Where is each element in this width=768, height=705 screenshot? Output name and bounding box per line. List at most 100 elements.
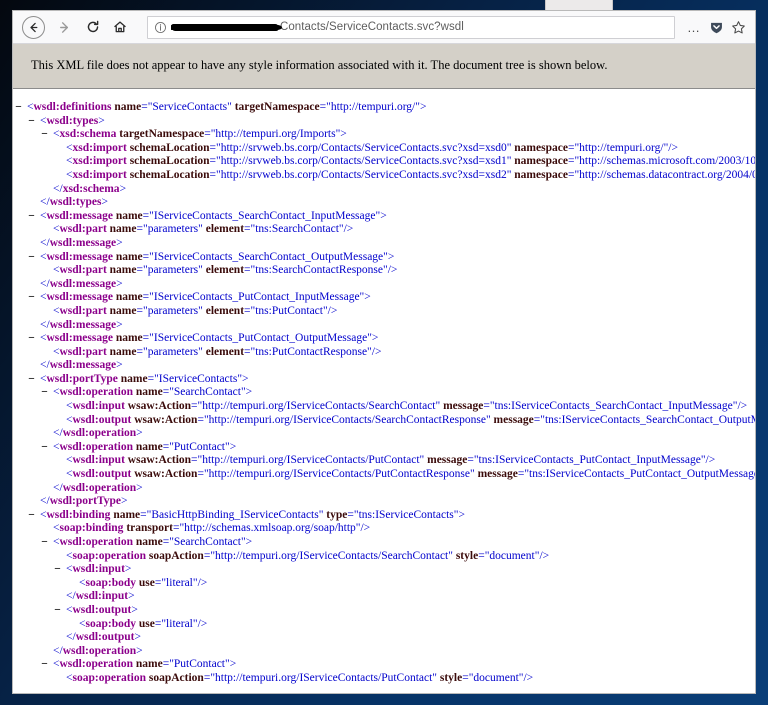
xml-line-content: <soap:operation soapAction="http://tempu… <box>66 549 550 562</box>
xml-line-content: <wsdl:binding name="BasicHttpBinding_ISe… <box>40 508 465 521</box>
xml-tree-line: <wsdl:input wsaw:Action="http://tempuri.… <box>52 454 755 468</box>
reload-icon[interactable] <box>80 14 106 40</box>
collapse-toggle-icon[interactable]: − <box>39 536 50 550</box>
collapse-toggle-icon[interactable]: − <box>26 373 37 387</box>
xml-tree-line: <wsdl:part name="parameters" element="tn… <box>39 264 755 278</box>
xml-tree-line: </wsdl:operation> <box>39 645 755 659</box>
xml-line-content: <wsdl:message name="IServiceContacts_Sea… <box>40 250 395 263</box>
xml-tree-line: <wsdl:part name="parameters" element="tn… <box>39 305 755 319</box>
xml-tree-line: − <wsdl:operation name="PutContact"> <box>39 441 755 455</box>
xml-line-content: </wsdl:output> <box>66 631 141 644</box>
collapse-toggle-icon[interactable]: − <box>26 115 37 129</box>
xml-tree-line: <soap:operation soapAction="http://tempu… <box>52 550 755 564</box>
xml-tree-line: </wsdl:message> <box>26 278 755 292</box>
xml-line-content: <wsdl:input> <box>66 563 132 576</box>
xml-tree-line: </wsdl:types> <box>26 196 755 210</box>
xml-line-content: <wsdl:input wsaw:Action="http://tempuri.… <box>66 400 748 413</box>
xml-line-content: <wsdl:operation name="PutContact"> <box>53 658 237 671</box>
xml-line-content: <soap:body use="literal"/> <box>79 576 208 589</box>
url-visible-path: Contacts/ServiceContacts.svc?wsdl <box>280 21 464 33</box>
xml-line-content: </wsdl:types> <box>40 196 108 209</box>
browser-navigation-toolbar: Contacts/ServiceContacts.svc?wsdl … <box>13 11 755 44</box>
xml-tree-line: − <wsdl:message name="IServiceContacts_Se… <box>26 251 755 265</box>
browser-window: Contacts/ServiceContacts.svc?wsdl … This… <box>13 11 755 693</box>
url-text[interactable]: Contacts/ServiceContacts.svc?wsdl <box>171 21 464 33</box>
xml-line-content: </wsdl:message> <box>40 277 123 290</box>
url-bar[interactable]: Contacts/ServiceContacts.svc?wsdl <box>147 15 675 39</box>
xml-tree-line: <soap:body use="literal"/> <box>65 618 755 632</box>
xml-line-content: </wsdl:message> <box>40 318 123 331</box>
pocket-shield-icon[interactable] <box>705 16 727 38</box>
xml-tree-line: <soap:operation soapAction="http://tempu… <box>52 672 755 686</box>
xml-tree-line: <xsd:import schemaLocation="http://srvwe… <box>52 155 755 169</box>
xml-line-content: <wsdl:output wsaw:Action="http://tempuri… <box>66 413 755 426</box>
collapse-toggle-icon[interactable]: − <box>52 563 63 577</box>
xml-line-content: <wsdl:part name="parameters" element="tn… <box>53 345 382 358</box>
xml-line-content: <wsdl:message name="IServiceContacts_Put… <box>40 291 371 304</box>
xml-line-content: <wsdl:operation name="SearchContact"> <box>53 386 253 399</box>
xml-tree-line: − <wsdl:operation name="PutContact"> <box>39 658 755 672</box>
home-icon[interactable] <box>107 14 133 40</box>
xml-tree-line: <wsdl:output wsaw:Action="http://tempuri… <box>52 468 755 482</box>
collapse-toggle-icon[interactable]: − <box>39 386 50 400</box>
collapse-toggle-icon[interactable]: − <box>26 251 37 265</box>
xml-tree-line: </wsdl:operation> <box>39 482 755 496</box>
back-icon[interactable] <box>22 15 45 39</box>
xml-line-content: <wsdl:message name="IServiceContacts_Sea… <box>40 209 387 222</box>
xml-line-content: </wsdl:message> <box>40 359 123 372</box>
collapse-toggle-icon[interactable]: − <box>13 101 24 115</box>
xml-tree-line: − <wsdl:output> <box>52 604 755 618</box>
xml-tree-line: − <wsdl:types> <box>26 115 755 129</box>
xml-line-content: </wsdl:message> <box>40 236 123 249</box>
xml-tree-line: − <wsdl:operation name="SearchContact"> <box>39 386 755 400</box>
xml-line-content: <wsdl:definitions name="ServiceContacts"… <box>27 101 427 113</box>
xml-line-content: <xsd:import schemaLocation="http://srvwe… <box>66 141 678 154</box>
xml-line-content: <wsdl:part name="parameters" element="tn… <box>53 264 398 277</box>
xml-line-content: <wsdl:input wsaw:Action="http://tempuri.… <box>66 454 716 467</box>
collapse-toggle-icon[interactable]: − <box>26 210 37 224</box>
xml-tree-line: </wsdl:input> <box>52 590 755 604</box>
xml-tree-line: </wsdl:message> <box>26 359 755 373</box>
collapse-toggle-icon[interactable]: − <box>39 441 50 455</box>
xml-line-content: <soap:operation soapAction="http://tempu… <box>66 671 534 684</box>
xml-line-content: <wsdl:message name="IServiceContacts_Put… <box>40 332 379 345</box>
xml-line-content: </wsdl:operation> <box>53 644 143 657</box>
xml-tree-line: <wsdl:part name="parameters" element="tn… <box>39 346 755 360</box>
xml-tree-line: − <xsd:schema targetNamespace="http://tem… <box>39 128 755 142</box>
collapse-toggle-icon[interactable]: − <box>39 658 50 672</box>
xml-line-content: </wsdl:operation> <box>53 427 143 440</box>
xml-tree-line: <soap:body use="literal"/> <box>65 577 755 591</box>
xml-line-content: </xsd:schema> <box>53 182 127 195</box>
info-circle-icon[interactable] <box>154 21 167 34</box>
xml-tree-line: </wsdl:output> <box>52 631 755 645</box>
xml-tree-line: </wsdl:message> <box>26 319 755 333</box>
xml-line-content: <wsdl:part name="parameters" element="tn… <box>53 223 354 236</box>
star-icon[interactable] <box>727 16 749 38</box>
xml-tree-line: <xsd:import schemaLocation="http://srvwe… <box>52 142 755 156</box>
xml-line-content: </wsdl:input> <box>66 590 135 603</box>
xml-line-content: </wsdl:operation> <box>53 481 143 494</box>
xml-tree-line: − <wsdl:message name="IServiceContacts_Se… <box>26 210 755 224</box>
xml-tree-line: − <wsdl:definitions name="ServiceContacts… <box>13 101 755 115</box>
xml-line-content: <xsd:import schemaLocation="http://srvwe… <box>66 155 755 168</box>
page-actions-icon[interactable]: … <box>683 16 705 38</box>
xml-line-content: <wsdl:operation name="PutContact"> <box>53 440 237 453</box>
url-redacted-host <box>171 23 282 31</box>
xml-line-content: <soap:binding transport="http://schemas.… <box>53 522 371 535</box>
xml-line-content: <wsdl:output wsaw:Action="http://tempuri… <box>66 468 755 481</box>
xml-tree-line: <wsdl:output wsaw:Action="http://tempuri… <box>52 414 755 428</box>
xml-tree-line: </wsdl:portType> <box>26 495 755 509</box>
collapse-toggle-icon[interactable]: − <box>52 604 63 618</box>
xml-line-content: <wsdl:portType name="IServiceContacts"> <box>40 372 249 385</box>
xml-line-content: <wsdl:operation name="SearchContact"> <box>53 536 253 548</box>
xml-tree-line: − <wsdl:message name="IServiceContacts_Pu… <box>26 291 755 305</box>
xml-line-content: <xsd:import schemaLocation="http://srvwe… <box>66 168 755 181</box>
xml-tree-line: <soap:binding transport="http://schemas.… <box>39 522 755 536</box>
collapse-toggle-icon[interactable]: − <box>26 332 37 346</box>
forward-icon[interactable] <box>51 14 77 40</box>
collapse-toggle-icon[interactable]: − <box>26 291 37 305</box>
collapse-toggle-icon[interactable]: − <box>26 509 37 523</box>
collapse-toggle-icon[interactable]: − <box>39 128 50 142</box>
xml-line-content: </wsdl:portType> <box>40 495 128 508</box>
xml-line-content: <wsdl:part name="parameters" element="tn… <box>53 304 338 317</box>
